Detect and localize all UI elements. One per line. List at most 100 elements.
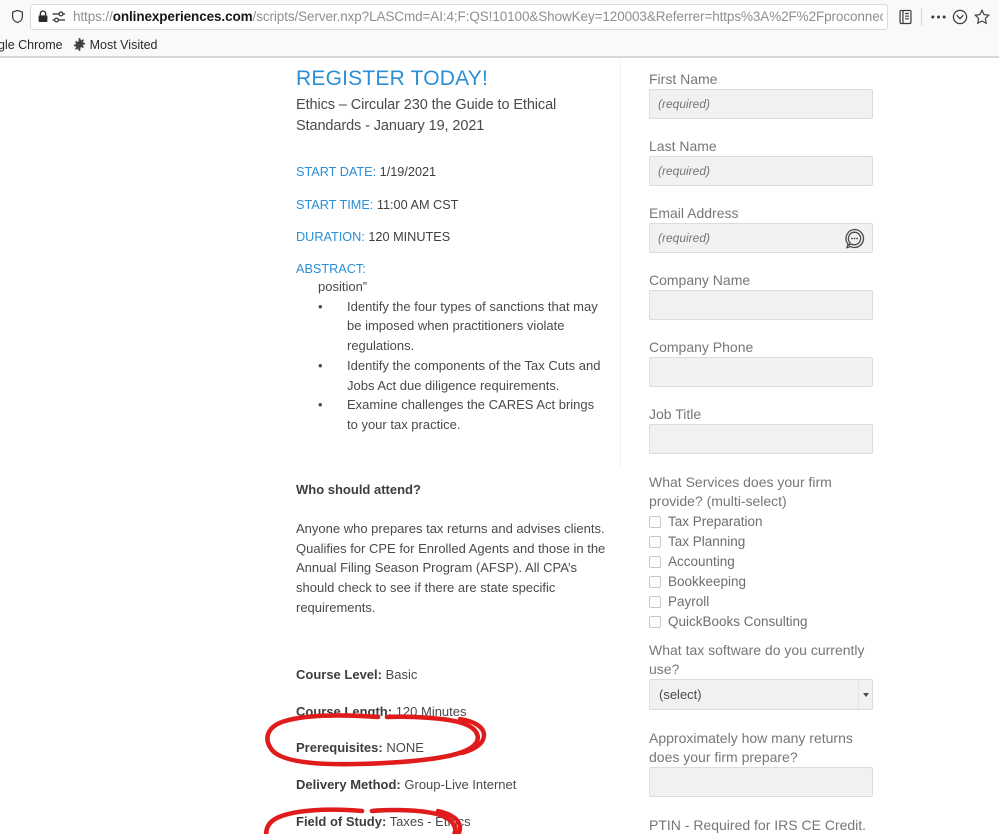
detail-value: Basic xyxy=(385,666,418,682)
bullet-glyph: • xyxy=(318,397,323,413)
url-domain: onlinexperiences.com xyxy=(112,9,253,24)
meta-start-date: START DATE: 1/19/2021 xyxy=(296,164,606,181)
permissions-icon[interactable] xyxy=(52,11,66,23)
checkbox-payroll[interactable]: Payroll xyxy=(649,592,873,611)
first-name-input[interactable] xyxy=(649,89,873,119)
url-path: /scripts/Server.nxp?LASCmd=AI:4;F:QS!101… xyxy=(252,9,883,24)
reader-view-icon[interactable] xyxy=(894,6,916,28)
url-scheme: https:// xyxy=(73,9,113,24)
checkbox-box[interactable] xyxy=(649,595,661,608)
tax-software-select[interactable]: (select) xyxy=(649,679,873,710)
checkbox-box[interactable] xyxy=(649,555,661,568)
meta-label: START TIME: xyxy=(296,197,374,212)
list-item-text: Identify the components of the Tax Cuts … xyxy=(347,357,601,393)
detail-value: NONE xyxy=(386,740,424,756)
meta-start-time: START TIME: 11:00 AM CST xyxy=(296,197,606,214)
bookmark-label: Most Visited xyxy=(89,37,158,52)
company-phone-label: Company Phone xyxy=(649,339,754,355)
checkbox-tax-preparation[interactable]: Tax Preparation xyxy=(649,512,873,531)
meta-value: 1/19/2021 xyxy=(379,165,437,180)
content-scrollbar-track[interactable] xyxy=(615,58,624,834)
checkbox-box[interactable] xyxy=(649,515,661,528)
services-checkbox-group: Tax Preparation Tax Planning Accounting … xyxy=(649,512,873,631)
pocket-icon[interactable] xyxy=(949,6,971,28)
email-input[interactable] xyxy=(649,223,873,253)
company-name-input[interactable] xyxy=(649,290,873,320)
navigation-toolbar: https://onlinexperiences.com/scripts/Ser… xyxy=(0,0,999,33)
checkbox-quickbooks-consulting[interactable]: QuickBooks Consulting xyxy=(649,612,873,631)
checkbox-tax-planning[interactable]: Tax Planning xyxy=(649,532,873,551)
list-item: • Identify the components of the Tax Cuts… xyxy=(318,356,606,396)
last-name-input[interactable] xyxy=(649,156,873,186)
checkbox-label: Payroll xyxy=(668,594,710,609)
bullet-glyph: • xyxy=(318,298,323,314)
shield-icon[interactable] xyxy=(6,6,28,28)
detail-delivery-method: Delivery Method: Group-Live Internet xyxy=(296,777,606,794)
tax-software-select-wrapper[interactable]: (select) xyxy=(649,679,873,710)
detail-key: Course Length: xyxy=(296,703,393,719)
list-item-text: Examine challenges the CARES Act brings … xyxy=(347,397,595,433)
detail-key: Field of Study: xyxy=(296,814,387,830)
last-name-label: Last Name xyxy=(649,138,717,154)
services-label: What Services does your firm provide? (m… xyxy=(649,474,832,509)
meta-label: START DATE: xyxy=(296,165,377,180)
autofill-icon[interactable] xyxy=(844,228,865,249)
checkbox-label: QuickBooks Consulting xyxy=(668,614,808,629)
company-phone-input[interactable] xyxy=(649,357,873,387)
detail-key: Delivery Method: xyxy=(296,777,401,793)
checkbox-label: Tax Planning xyxy=(668,534,746,549)
list-item: • Identify the four types of sanctions th… xyxy=(318,297,606,356)
detail-course-level: Course Level: Basic xyxy=(296,667,606,684)
url-text: https://onlinexperiences.com/scripts/Ser… xyxy=(73,9,883,24)
detail-course-length: Course Length: 120 Minutes xyxy=(296,704,606,721)
returns-count-label: Approximately how many returns does your… xyxy=(649,730,853,765)
bookmarks-toolbar: gle Chrome Most Visited xyxy=(0,33,999,57)
checkbox-box[interactable] xyxy=(649,535,661,548)
bookmark-label: gle Chrome xyxy=(0,37,63,52)
detail-value: Group-Live Internet xyxy=(404,777,517,793)
returns-count-input[interactable] xyxy=(649,767,873,797)
more-menu-icon[interactable] xyxy=(927,6,949,28)
checkbox-accounting[interactable]: Accounting xyxy=(649,552,873,571)
chevron-glyph xyxy=(862,692,869,697)
ptin-note: PTIN - Required for IRS CE Credit. Your … xyxy=(649,817,867,833)
meta-label: DURATION: xyxy=(296,230,365,245)
url-bar[interactable]: https://onlinexperiences.com/scripts/Ser… xyxy=(30,3,888,30)
event-subtitle: Ethics – Circular 230 the Guide to Ethic… xyxy=(296,97,557,134)
lock-icon xyxy=(37,10,49,23)
list-item-text: Identify the four types of sanctions tha… xyxy=(347,298,598,354)
meta-duration: DURATION: 120 MINUTES xyxy=(296,229,606,246)
meta-value: 11:00 AM CST xyxy=(376,197,459,212)
toolbar-right-icons xyxy=(892,6,993,28)
detail-prerequisites: Prerequisites: NONE xyxy=(296,740,606,757)
bookmark-item-most-visited[interactable]: Most Visited xyxy=(69,36,164,54)
checkbox-label: Bookkeeping xyxy=(668,574,747,589)
job-title-input[interactable] xyxy=(649,424,873,454)
first-name-label: First Name xyxy=(649,71,718,87)
detail-key: Course Level: xyxy=(296,666,382,682)
bookmark-item-chrome[interactable]: gle Chrome xyxy=(0,36,69,54)
detail-value: Taxes - Ethics xyxy=(389,814,471,830)
job-title-label: Job Title xyxy=(649,406,702,422)
checkbox-box[interactable] xyxy=(649,575,661,588)
who-should-attend-body: Anyone who prepares tax returns and advi… xyxy=(296,520,606,615)
registration-page: REGISTER TODAY! Ethics – Circular 230 th… xyxy=(0,58,999,834)
registration-form: First Name Last Name Email Address Co xyxy=(649,71,873,834)
email-field-wrapper xyxy=(649,223,873,253)
bookmark-star-icon[interactable] xyxy=(971,6,993,28)
checkbox-bookkeeping[interactable]: Bookkeeping xyxy=(649,572,873,591)
checkbox-box[interactable] xyxy=(649,615,661,628)
chevron-down-icon[interactable] xyxy=(858,680,872,709)
detail-field-of-study: Field of Study: Taxes - Ethics xyxy=(296,814,606,831)
who-should-attend-heading: Who should attend? xyxy=(296,481,421,497)
gear-icon xyxy=(73,38,86,51)
detail-key: Prerequisites: xyxy=(296,740,383,756)
abstract-label: ABSTRACT: xyxy=(296,261,366,276)
detail-value: 120 Minutes xyxy=(395,703,467,719)
page-title: REGISTER TODAY! xyxy=(296,67,489,90)
event-details-column: REGISTER TODAY! Ethics – Circular 230 th… xyxy=(296,66,606,834)
page-viewport: REGISTER TODAY! Ethics – Circular 230 th… xyxy=(0,58,999,834)
abstract-bullet-list: • Identify the four types of sanctions th… xyxy=(296,297,606,435)
